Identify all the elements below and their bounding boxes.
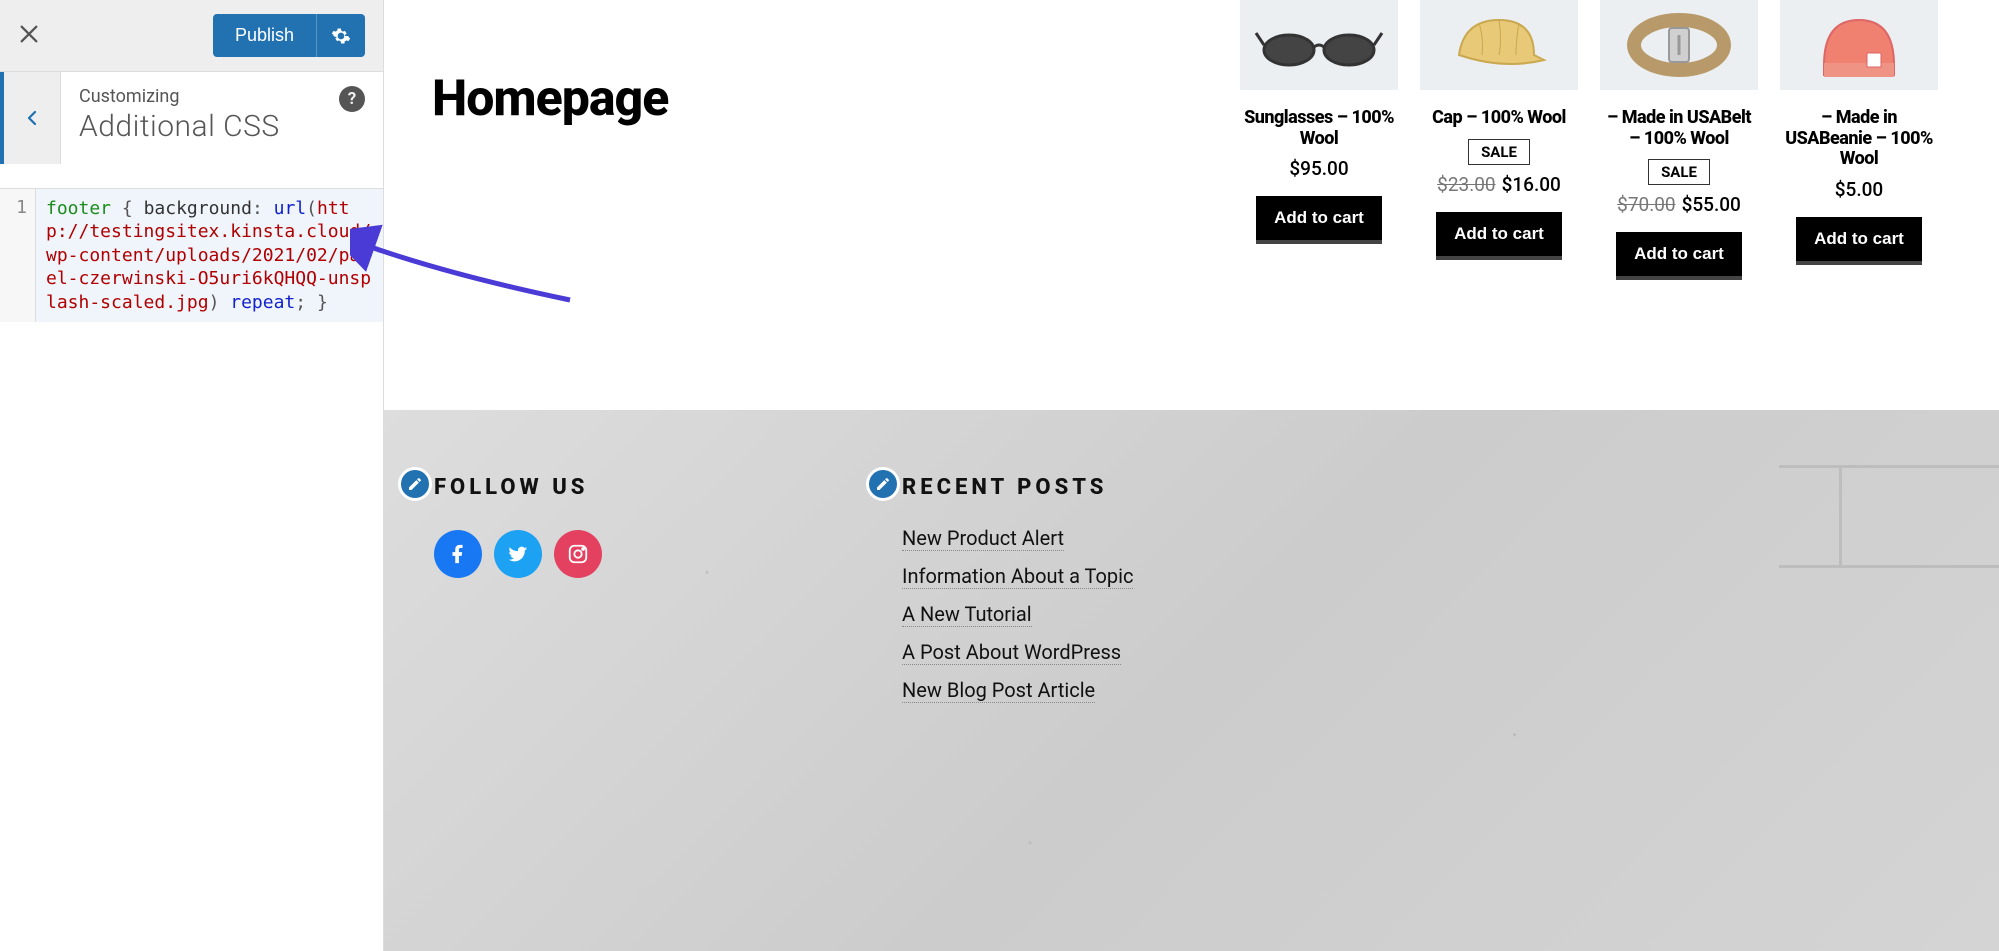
- recent-posts-list: New Product Alert Information About a Top…: [902, 526, 1133, 702]
- product-card: Cap – 100% Wool SALE $23.00 $16.00 Add to ca…: [1420, 0, 1578, 280]
- edit-widget-button[interactable]: [398, 467, 432, 501]
- instagram-icon: [567, 543, 589, 565]
- customizer-sidebar: Publish Customizing Additional CSS ? 1: [0, 0, 384, 951]
- instagram-link[interactable]: [554, 530, 602, 578]
- facebook-link[interactable]: [434, 530, 482, 578]
- price-current: $55.00: [1682, 193, 1741, 216]
- recent-post-item: A Post About WordPress: [902, 640, 1133, 664]
- recent-posts-title: RECENT POSTS: [902, 475, 1133, 500]
- follow-us-title: FOLLOW US: [434, 475, 602, 500]
- social-links: [434, 530, 602, 578]
- help-button[interactable]: ?: [339, 86, 365, 112]
- line-number: 1: [0, 197, 27, 218]
- recent-post-link[interactable]: Information About a Topic: [902, 564, 1133, 589]
- recent-post-item: New Blog Post Article: [902, 678, 1133, 702]
- footer-follow-col: FOLLOW US: [434, 475, 602, 716]
- css-repeat-keyword: repeat: [230, 292, 295, 313]
- product-card: Sunglasses – 100% Wool $95.00 Add to cart: [1240, 0, 1398, 280]
- sidebar-topbar: Publish: [0, 0, 383, 72]
- recent-post-link[interactable]: A New Tutorial: [902, 602, 1032, 627]
- add-to-cart-button[interactable]: Add to cart: [1436, 212, 1562, 260]
- panel-title-wrap: Customizing Additional CSS ?: [60, 72, 383, 164]
- price-current: $16.00: [1502, 173, 1561, 196]
- panel-header: Customizing Additional CSS ?: [0, 72, 383, 164]
- price-old: $23.00: [1437, 173, 1495, 196]
- product-price: $70.00 $55.00: [1600, 193, 1758, 216]
- page-title: Homepage: [432, 70, 668, 128]
- help-icon: ?: [348, 89, 356, 109]
- recent-post-item: A New Tutorial: [902, 602, 1133, 626]
- price-current: $95.00: [1289, 157, 1348, 180]
- sale-badge: SALE: [1648, 159, 1710, 185]
- price-current: $5.00: [1835, 178, 1883, 201]
- product-image[interactable]: [1600, 0, 1758, 90]
- product-card: – Made in USABeanie – 100% Wool $5.00 Add …: [1780, 0, 1938, 280]
- pencil-icon: [407, 476, 423, 492]
- edit-widget-button[interactable]: [866, 467, 900, 501]
- recent-post-link[interactable]: A Post About WordPress: [902, 640, 1121, 665]
- twitter-icon: [507, 543, 529, 565]
- close-customizer-button[interactable]: [18, 22, 40, 50]
- back-button[interactable]: [0, 72, 60, 164]
- site-footer: FOLLOW US RECENT POSTS New Product Alert…: [384, 410, 1999, 951]
- facebook-icon: [447, 543, 469, 565]
- product-image[interactable]: [1420, 0, 1578, 90]
- product-name[interactable]: – Made in USABelt – 100% Wool: [1600, 108, 1758, 149]
- product-image[interactable]: [1780, 0, 1938, 90]
- recent-post-item: Information About a Topic: [902, 564, 1133, 588]
- recent-post-item: New Product Alert: [902, 526, 1133, 550]
- publish-button[interactable]: Publish: [213, 14, 316, 57]
- product-name[interactable]: – Made in USABeanie – 100% Wool: [1780, 108, 1938, 170]
- css-code[interactable]: footer { background: url(http://testings…: [36, 189, 383, 322]
- product-card: – Made in USABelt – 100% WoolSALE$70.00$…: [1600, 0, 1758, 280]
- price-old: $70.00: [1617, 193, 1675, 216]
- product-name[interactable]: Sunglasses – 100% Wool: [1240, 108, 1398, 149]
- pencil-icon: [875, 476, 891, 492]
- chevron-left-icon: [23, 104, 41, 132]
- add-to-cart-button[interactable]: Add to cart: [1616, 232, 1742, 280]
- recent-post-link[interactable]: New Product Alert: [902, 526, 1064, 551]
- css-editor[interactable]: 1 footer { background: url(http://testin…: [0, 188, 383, 322]
- site-preview: Homepage Sunglasses – 100% Wool $95.00 Add…: [384, 0, 1999, 951]
- line-gutter: 1: [0, 189, 36, 322]
- close-icon: [18, 23, 40, 45]
- gear-icon: [331, 26, 351, 46]
- publish-settings-button[interactable]: [316, 14, 365, 57]
- css-property: background: [144, 198, 252, 219]
- publish-button-group: Publish: [213, 14, 365, 57]
- css-url-keyword: url: [274, 198, 307, 219]
- footer-recent-col: RECENT POSTS New Product Alert Informatio…: [902, 475, 1133, 716]
- product-price: $23.00 $16.00: [1420, 173, 1578, 196]
- css-selector: footer: [46, 198, 111, 219]
- product-price: $5.00: [1780, 178, 1938, 201]
- add-to-cart-button[interactable]: Add to cart: [1256, 196, 1382, 244]
- product-price: $95.00: [1240, 157, 1398, 180]
- product-grid: Sunglasses – 100% Wool$95.00Add to cartC…: [1240, 0, 1938, 280]
- add-to-cart-button[interactable]: Add to cart: [1796, 217, 1922, 265]
- product-image[interactable]: [1240, 0, 1398, 90]
- panel-breadcrumb: Customizing: [79, 86, 365, 107]
- recent-post-link[interactable]: New Blog Post Article: [902, 678, 1095, 703]
- twitter-link[interactable]: [494, 530, 542, 578]
- panel-title: Additional CSS: [79, 109, 365, 144]
- product-name[interactable]: Cap – 100% Wool: [1420, 108, 1578, 129]
- sale-badge: SALE: [1468, 139, 1530, 165]
